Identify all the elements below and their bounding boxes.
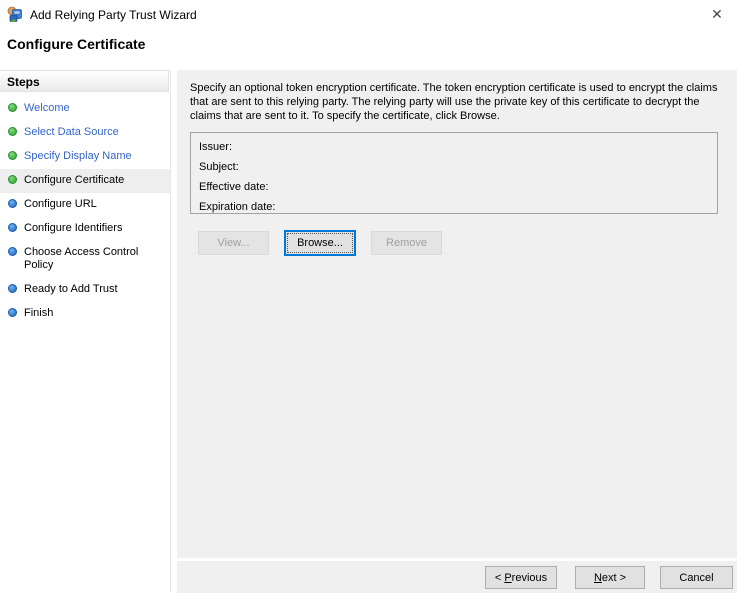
view-button: View... xyxy=(198,231,269,255)
steps-panel: Steps Welcome Select Data Source Specify… xyxy=(0,70,170,593)
certificate-actions: View... Browse... Remove xyxy=(177,229,737,256)
step-item-ready-to-add-trust: Ready to Add Trust xyxy=(0,278,170,302)
close-icon[interactable]: ✕ xyxy=(702,2,732,26)
pending-step-icon xyxy=(8,308,17,317)
subject-label: Subject: xyxy=(199,160,239,173)
step-label: Configure Certificate xyxy=(24,174,125,186)
cancel-button[interactable]: Cancel xyxy=(660,566,733,589)
step-label: Configure URL xyxy=(24,198,97,210)
step-item-configure-url: Configure URL xyxy=(0,193,170,217)
step-label: Finish xyxy=(24,307,54,319)
pending-step-icon xyxy=(8,199,17,208)
content-panel: Specify an optional token encryption cer… xyxy=(177,70,737,558)
completed-step-icon xyxy=(8,103,17,112)
effective-date-label: Effective date: xyxy=(199,180,269,193)
step-label: Configure Identifiers xyxy=(24,222,123,234)
steps-list: Welcome Select Data Source Specify Displ… xyxy=(0,97,170,326)
previous-button[interactable]: < Previous xyxy=(485,566,557,589)
completed-step-icon xyxy=(8,127,17,136)
page-title: Configure Certificate xyxy=(7,36,146,52)
expiration-date-label: Expiration date: xyxy=(199,200,276,213)
step-item-finish: Finish xyxy=(0,302,170,326)
step-item-configure-identifiers: Configure Identifiers xyxy=(0,217,170,241)
steps-header: Steps xyxy=(0,70,169,92)
wizard-footer: < Previous Next > Cancel xyxy=(177,561,737,593)
pending-step-icon xyxy=(8,223,17,232)
step-label: Select Data Source xyxy=(24,126,119,138)
cert-field-subject: Subject: xyxy=(191,156,717,176)
step-item-choose-access-control-policy: Choose Access Control Policy xyxy=(0,241,170,278)
issuer-label: Issuer: xyxy=(199,140,233,153)
completed-step-icon xyxy=(8,151,17,160)
step-label: Specify Display Name xyxy=(24,150,132,162)
step-label: Welcome xyxy=(24,102,70,114)
browse-button[interactable]: Browse... xyxy=(284,230,356,256)
certificate-details-box: Issuer: Subject: Effective date: Expirat… xyxy=(190,132,718,214)
step-item-welcome[interactable]: Welcome xyxy=(0,97,170,121)
step-item-select-data-source[interactable]: Select Data Source xyxy=(0,121,170,145)
description-text: Specify an optional token encryption cer… xyxy=(190,82,718,122)
cert-field-effective-date: Effective date: xyxy=(191,176,717,196)
step-label: Ready to Add Trust xyxy=(24,283,118,295)
step-item-specify-display-name[interactable]: Specify Display Name xyxy=(0,145,170,169)
current-step-icon xyxy=(8,175,17,184)
next-button[interactable]: Next > xyxy=(575,566,645,589)
app-icon xyxy=(7,6,22,22)
sidebar-divider xyxy=(170,70,171,593)
remove-button: Remove xyxy=(371,231,442,255)
step-item-configure-certificate: Configure Certificate xyxy=(0,169,170,193)
cert-field-expiration-date: Expiration date: xyxy=(191,196,717,216)
step-label: Choose Access Control Policy xyxy=(24,246,139,271)
window-titlebar: Add Relying Party Trust Wizard ✕ xyxy=(0,0,737,30)
pending-step-icon xyxy=(8,247,17,256)
pending-step-icon xyxy=(8,284,17,293)
window-title: Add Relying Party Trust Wizard xyxy=(30,8,197,22)
cert-field-issuer: Issuer: xyxy=(191,136,717,156)
